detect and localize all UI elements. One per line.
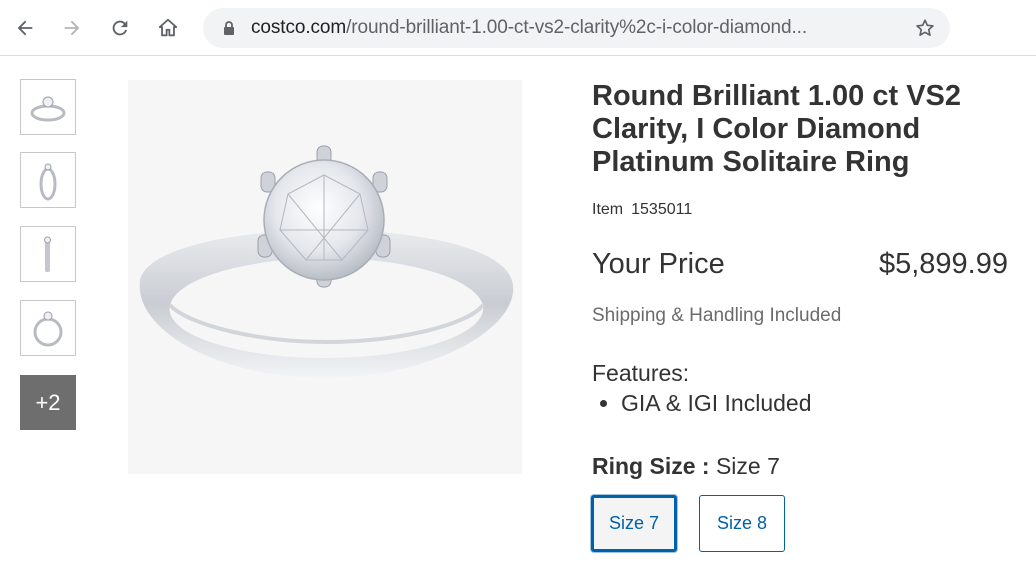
ring-thumbnail-icon (30, 96, 66, 122)
feature-item: GIA & IGI Included (600, 390, 812, 417)
ring-front-thumbnail-icon (33, 311, 63, 347)
reload-icon (112, 20, 128, 36)
item-label: Item (592, 201, 624, 218)
ring-size-label: Ring Size : (592, 453, 710, 479)
price-value: $5,899.99 (878, 248, 1008, 280)
forward-button[interactable] (56, 10, 88, 46)
browser-toolbar: costco.com/round-brilliant-1.00-ct-vs2-c… (0, 0, 1036, 56)
bullet-icon (600, 400, 607, 407)
product-image[interactable] (128, 80, 522, 474)
reload-button[interactable] (104, 10, 136, 46)
feature-text: GIA & IGI Included (621, 390, 812, 416)
features-heading: Features: (592, 360, 690, 386)
product-title: Round Brilliant 1.00 ct VS2 Clarity, I C… (592, 80, 962, 178)
home-icon (158, 18, 178, 37)
ring-side-thumbnail-icon (39, 163, 57, 201)
item-number-line: Item 1535011 (592, 201, 692, 219)
more-images-button[interactable]: +2 (20, 375, 76, 430)
address-bar[interactable]: costco.com/round-brilliant-1.00-ct-vs2-c… (203, 8, 950, 48)
price-label: Your Price (592, 248, 725, 280)
thumbnail-4[interactable] (20, 300, 76, 356)
url-text: costco.com/round-brilliant-1.00-ct-vs2-c… (251, 17, 891, 39)
ring-size-value: Size 7 (715, 453, 780, 479)
lock-icon (224, 21, 234, 35)
thumbnail-2[interactable] (20, 152, 76, 208)
features-list: GIA & IGI Included (600, 390, 812, 417)
back-button[interactable] (9, 10, 41, 46)
shipping-note: Shipping & Handling Included (592, 305, 842, 326)
size-7-button[interactable]: Size 7 (591, 495, 677, 552)
thumbnail-3[interactable] (20, 226, 76, 282)
item-number: 1535011 (631, 201, 693, 218)
arrow-left-icon (17, 20, 33, 36)
arrow-right-icon (64, 20, 80, 36)
thumbnail-1[interactable] (20, 79, 76, 135)
star-icon[interactable] (914, 17, 936, 39)
home-button[interactable] (152, 10, 184, 46)
diamond-ring-image (139, 145, 514, 378)
ring-size-selection: Ring Size : Size 7 (592, 453, 780, 480)
url-domain: costco.com (251, 17, 347, 38)
size-8-button[interactable]: Size 8 (699, 495, 785, 552)
ring-edge-thumbnail-icon (44, 236, 51, 272)
url-path: /round-brilliant-1.00-ct-vs2-clarity%2c-… (346, 17, 808, 38)
